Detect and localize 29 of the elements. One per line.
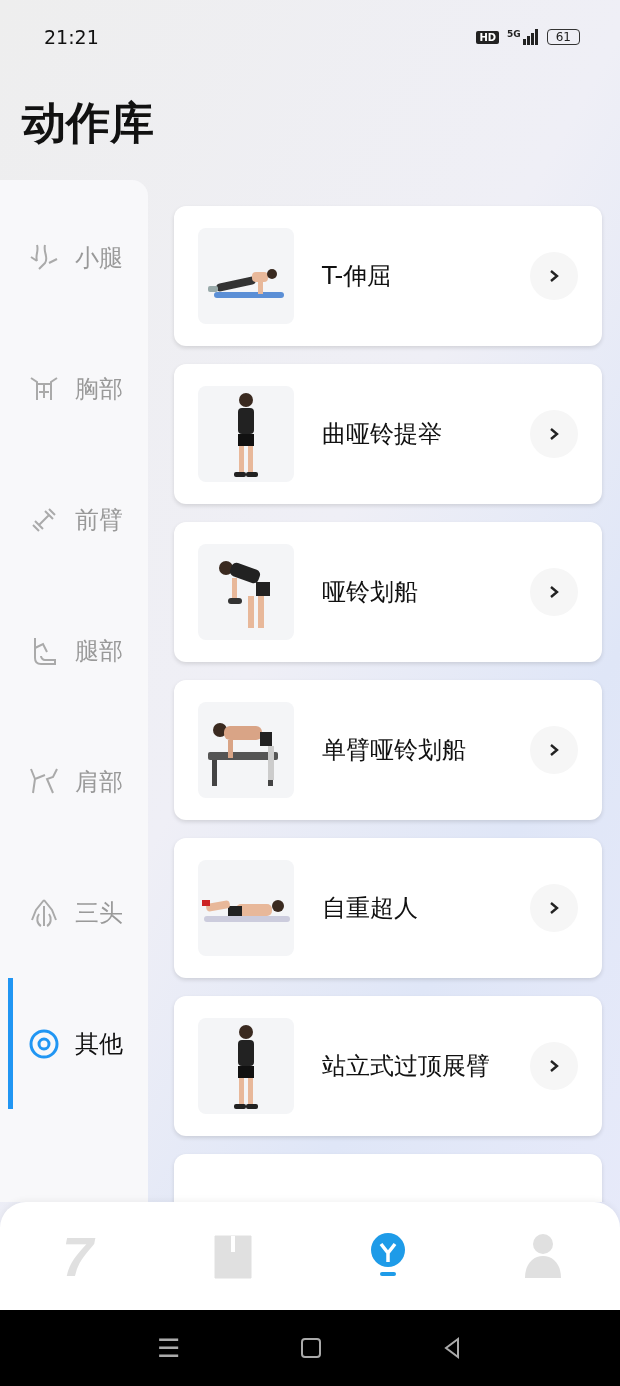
- open-button[interactable]: [530, 252, 578, 300]
- menu-button[interactable]: ☰: [156, 1332, 180, 1364]
- exercise-card[interactable]: 哑铃划船: [174, 522, 602, 662]
- exercise-name: 哑铃划船: [322, 577, 419, 608]
- hd-badge: HD: [476, 30, 500, 44]
- exercise-name: 曲哑铃提举: [322, 419, 443, 450]
- exercise-card[interactable]: 自重超人: [174, 838, 602, 978]
- exercise-card[interactable]: 站立式过顶展臂: [174, 996, 602, 1136]
- battery-level: 61: [546, 29, 580, 45]
- exercise-name: 站立式过顶展臂: [322, 1051, 491, 1082]
- book-icon: [212, 1232, 253, 1280]
- home-icon[interactable]: [299, 1337, 322, 1359]
- exercise-card[interactable]: 单臂哑铃划船: [174, 680, 602, 820]
- exercise-name: 自重超人: [322, 893, 419, 924]
- person-icon: [522, 1232, 563, 1280]
- category-item[interactable]: 其他: [8, 978, 148, 1109]
- exercise-name: 单臂哑铃划船: [322, 735, 467, 766]
- page-title: 动作库: [20, 96, 155, 150]
- exercise-card[interactable]: 曲哑铃提举: [174, 364, 602, 504]
- open-button[interactable]: [530, 410, 578, 458]
- status-time: 21:21: [44, 26, 99, 48]
- open-button[interactable]: [530, 1042, 578, 1090]
- exercise-name: T-伸屈: [322, 261, 393, 292]
- signal-icon: [522, 29, 539, 45]
- network-label: 5G: [507, 29, 521, 39]
- open-button[interactable]: [530, 568, 578, 616]
- exercise-card[interactable]: T-伸屈: [174, 206, 602, 346]
- open-button[interactable]: [530, 884, 578, 932]
- open-button[interactable]: [530, 726, 578, 774]
